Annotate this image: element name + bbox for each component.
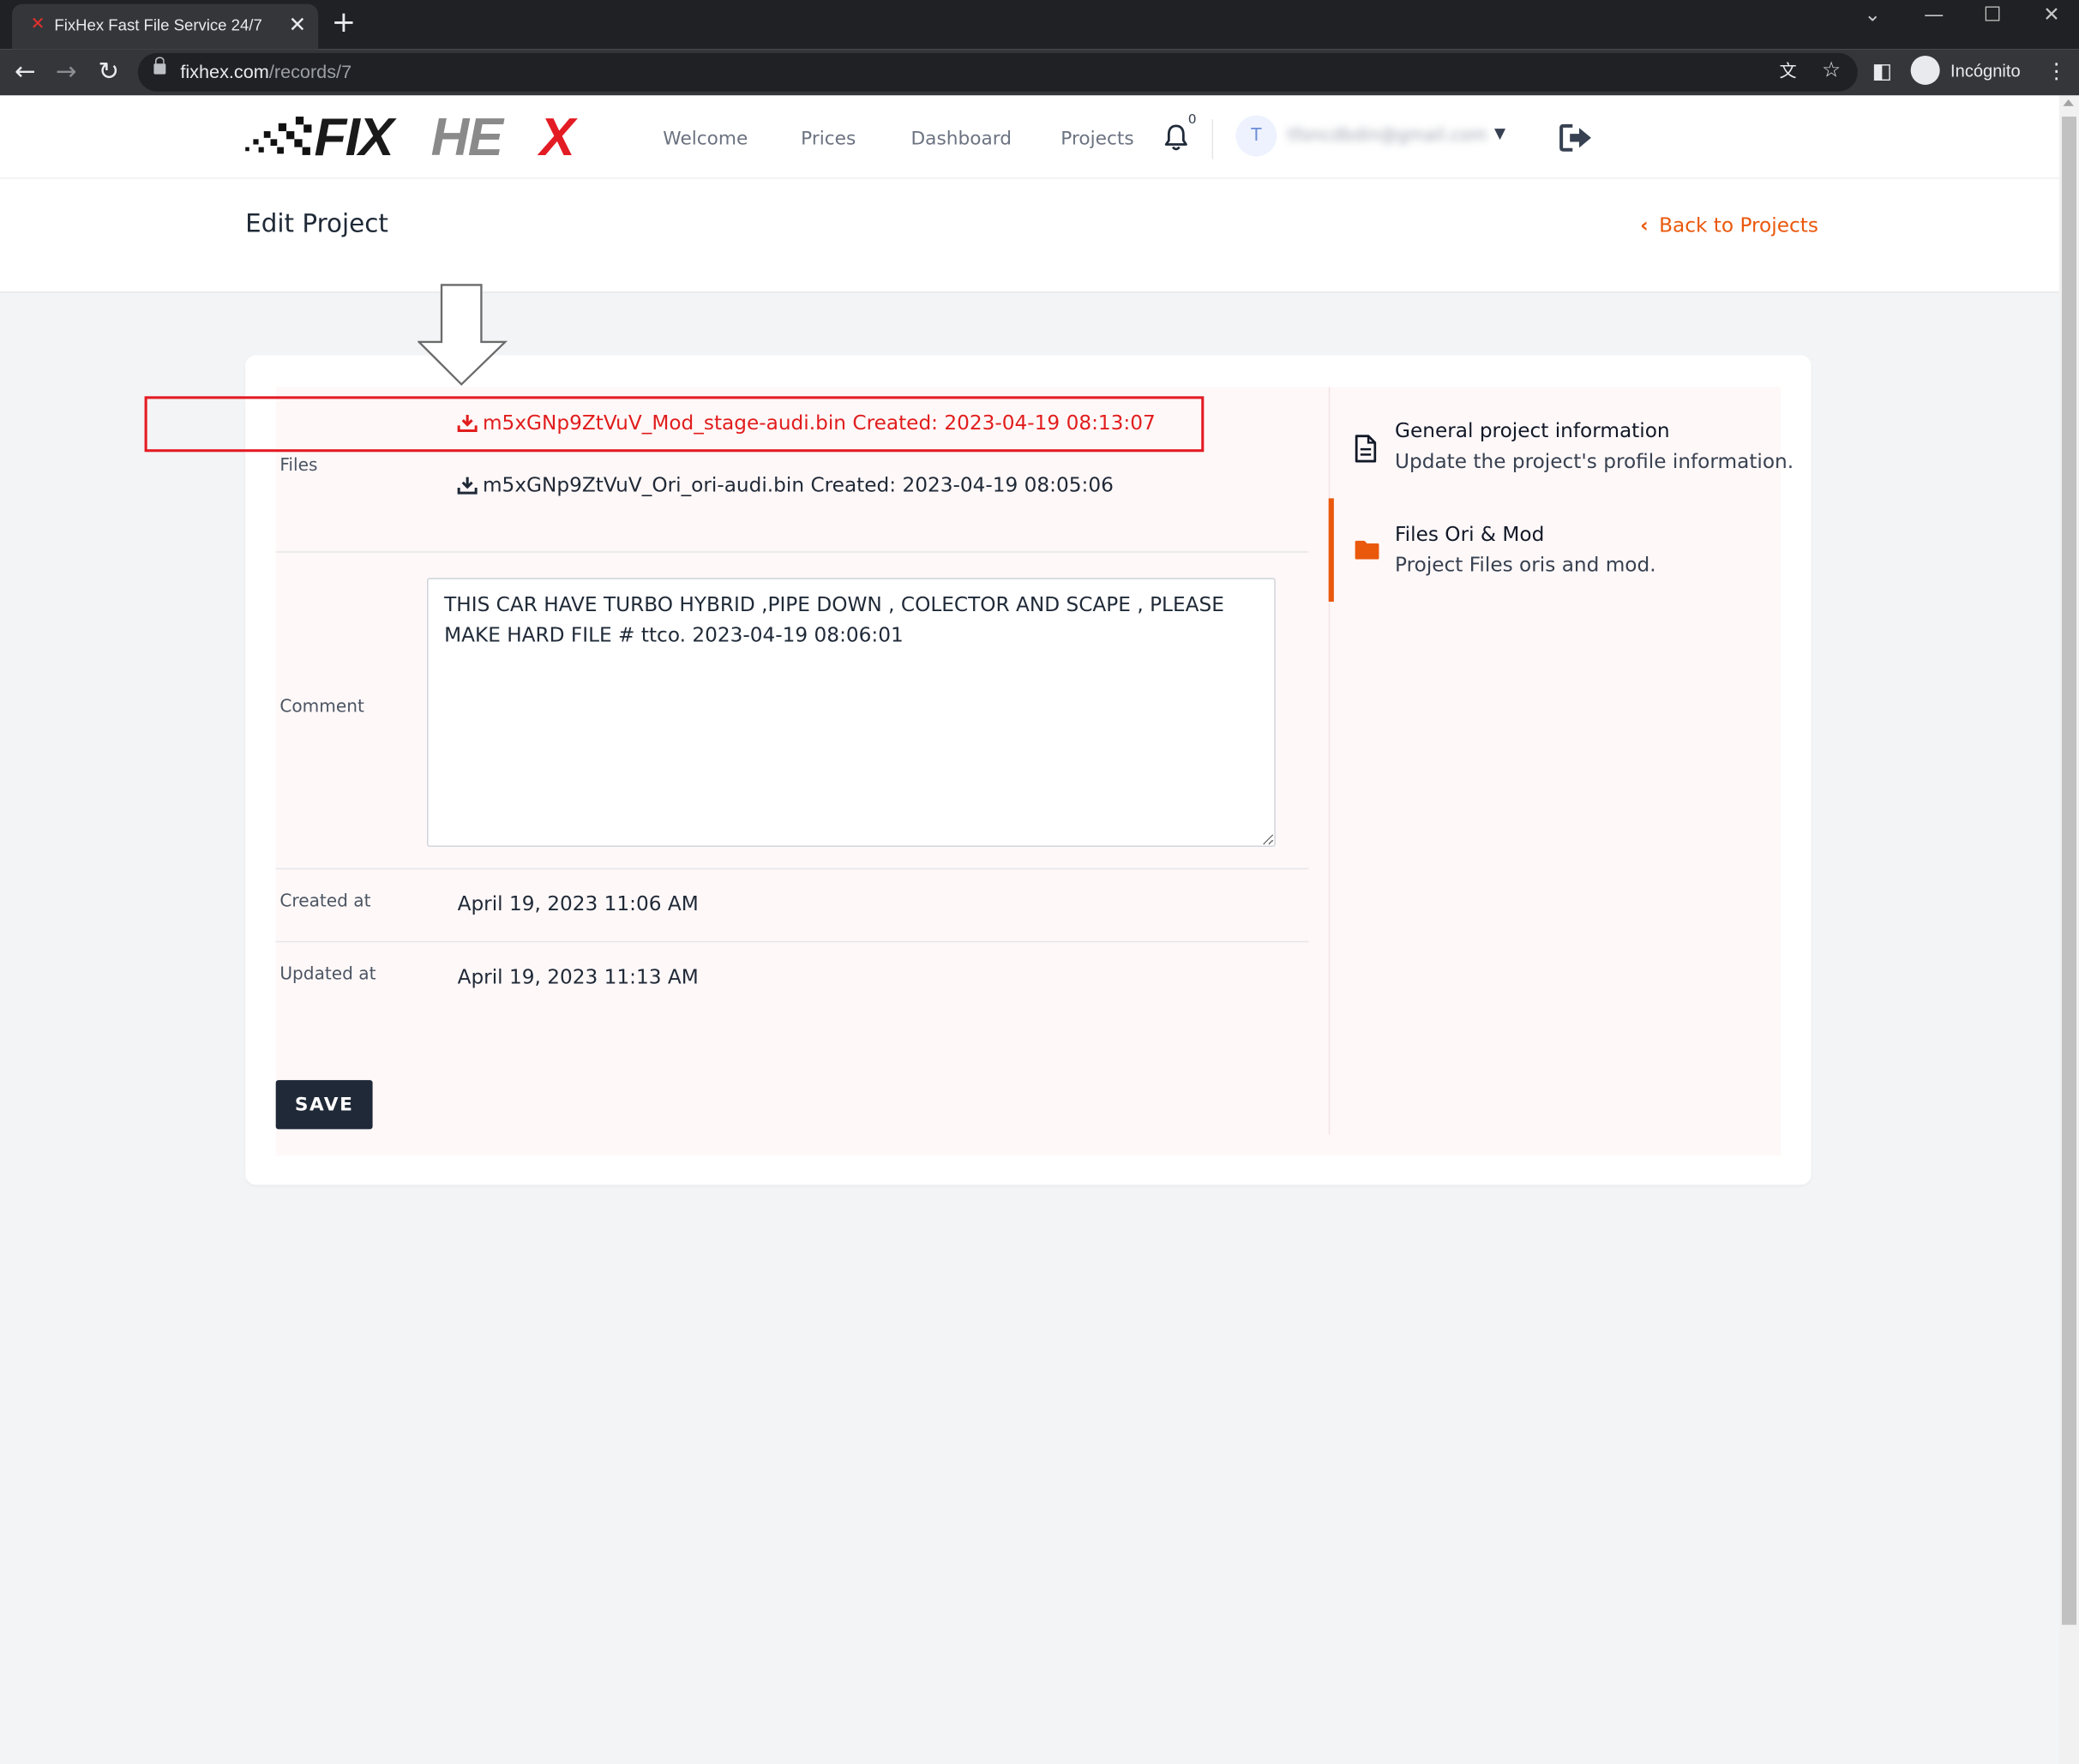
annotation-arrow-icon [418, 284, 508, 387]
close-tab-icon[interactable]: ✕ [289, 12, 307, 39]
url-text: fixhex.com/records/7 [180, 61, 352, 82]
notification-count: 0 [1187, 112, 1197, 128]
browser-tab[interactable]: ✕ FixHex Fast File Service 24/7 ✕ [11, 3, 319, 50]
created-at-label: Created at [279, 891, 371, 912]
save-button[interactable]: SAVE [275, 1080, 373, 1130]
comment-label: Comment [279, 697, 364, 717]
updated-at-value: April 19, 2023 11:13 AM [457, 964, 699, 989]
nav-link-dashboard[interactable]: Dashboard [911, 129, 1012, 150]
annotation-highlight-box [144, 396, 1205, 453]
address-bar[interactable]: fixhex.com/records/7 文 ☆ [137, 52, 1858, 92]
document-icon [1355, 435, 1377, 463]
favicon-icon: ✕ [30, 15, 45, 35]
fixhex-logo[interactable]: FIX HE X [245, 112, 606, 160]
incognito-icon[interactable] [1910, 55, 1940, 85]
row-divider [275, 940, 1309, 943]
bell-icon[interactable] [1164, 124, 1188, 151]
row-divider [275, 867, 1309, 870]
page-header: Edit Project ‹ Back to Projects [0, 178, 2059, 293]
scrollbar[interactable] [2058, 95, 2079, 1764]
scrollbar-thumb[interactable] [2061, 117, 2076, 1625]
sidebar-item-title: General project information [1395, 418, 1670, 443]
files-label: Files [279, 455, 318, 477]
side-panel-icon[interactable]: ◧ [1872, 57, 1892, 86]
nav-link-prices[interactable]: Prices [801, 129, 856, 150]
scroll-up-icon[interactable] [2063, 99, 2074, 106]
page-title: Edit Project [245, 209, 388, 239]
translate-icon[interactable]: 文 [1780, 58, 1797, 87]
window-close-icon[interactable]: ✕ [2043, 3, 2059, 27]
bookmark-star-icon[interactable]: ☆ [1822, 56, 1841, 85]
screenshot-stage: ✕ FixHex Fast File Service 24/7 ✕ + ⌄ — … [0, 0, 2079, 1764]
download-ori-file-link[interactable]: m5xGNp9ZtVuV_Ori_ori-audi.bin Created: 2… [457, 473, 1114, 497]
chevron-left-icon: ‹ [1640, 213, 1649, 237]
comment-textarea[interactable]: THIS CAR HAVE TURBO HYBRID ,PIPE DOWN , … [427, 578, 1276, 848]
svg-text:FIX: FIX [315, 112, 398, 160]
nav-divider [1211, 119, 1214, 159]
chevron-down-icon[interactable]: ▼ [1494, 124, 1505, 141]
avatar[interactable]: T [1235, 115, 1277, 157]
browser-toolbar: ← → ↻ fixhex.com/records/7 文 ☆ ◧ Incógni… [0, 49, 2079, 96]
lock-icon [153, 57, 166, 75]
svg-text:X: X [537, 112, 578, 160]
row-divider [275, 551, 1309, 553]
nav-link-projects[interactable]: Projects [1061, 129, 1133, 150]
tab-search-icon[interactable]: ⌄ [1865, 3, 1881, 27]
folder-icon [1355, 540, 1379, 560]
tab-title: FixHex Fast File Service 24/7 [54, 15, 262, 35]
new-tab-icon[interactable]: + [332, 8, 357, 39]
menu-kebab-icon[interactable]: ⋮ [2046, 57, 2067, 86]
maximize-icon[interactable]: ☐ [1984, 3, 2002, 27]
sidebar-item-title: Files Ori & Mod [1395, 522, 1545, 547]
sidebar-item-general-info[interactable]: General project information Update the p… [1330, 405, 1794, 509]
created-at-value: April 19, 2023 11:06 AM [457, 891, 699, 916]
user-email[interactable]: tfoncdbdin@gmail.com [1288, 126, 1487, 146]
reload-icon[interactable]: ↻ [98, 56, 119, 87]
updated-at-label: Updated at [279, 964, 376, 985]
back-to-projects-link[interactable]: ‹ Back to Projects [1640, 213, 1818, 237]
sidebar-item-desc: Project Files oris and mod. [1395, 552, 1656, 577]
svg-text:HE: HE [431, 112, 505, 160]
logout-icon[interactable] [1559, 123, 1594, 153]
minimize-icon[interactable]: — [1924, 3, 1944, 27]
back-arrow-icon[interactable]: ← [15, 56, 36, 87]
forward-arrow-icon[interactable]: → [56, 56, 77, 87]
sidebar-item-desc: Update the project's profile information… [1395, 449, 1794, 473]
browser-tab-bar: ✕ FixHex Fast File Service 24/7 ✕ + ⌄ — … [0, 0, 2079, 50]
download-icon [457, 477, 478, 495]
sidebar-item-files[interactable]: Files Ori & Mod Project Files oris and m… [1328, 498, 1785, 602]
incognito-label[interactable]: Incógnito [1950, 61, 2021, 81]
nav-link-welcome[interactable]: Welcome [663, 129, 748, 150]
site-navbar: FIX HE X Welcome Prices Dashboard Projec… [0, 95, 2059, 179]
